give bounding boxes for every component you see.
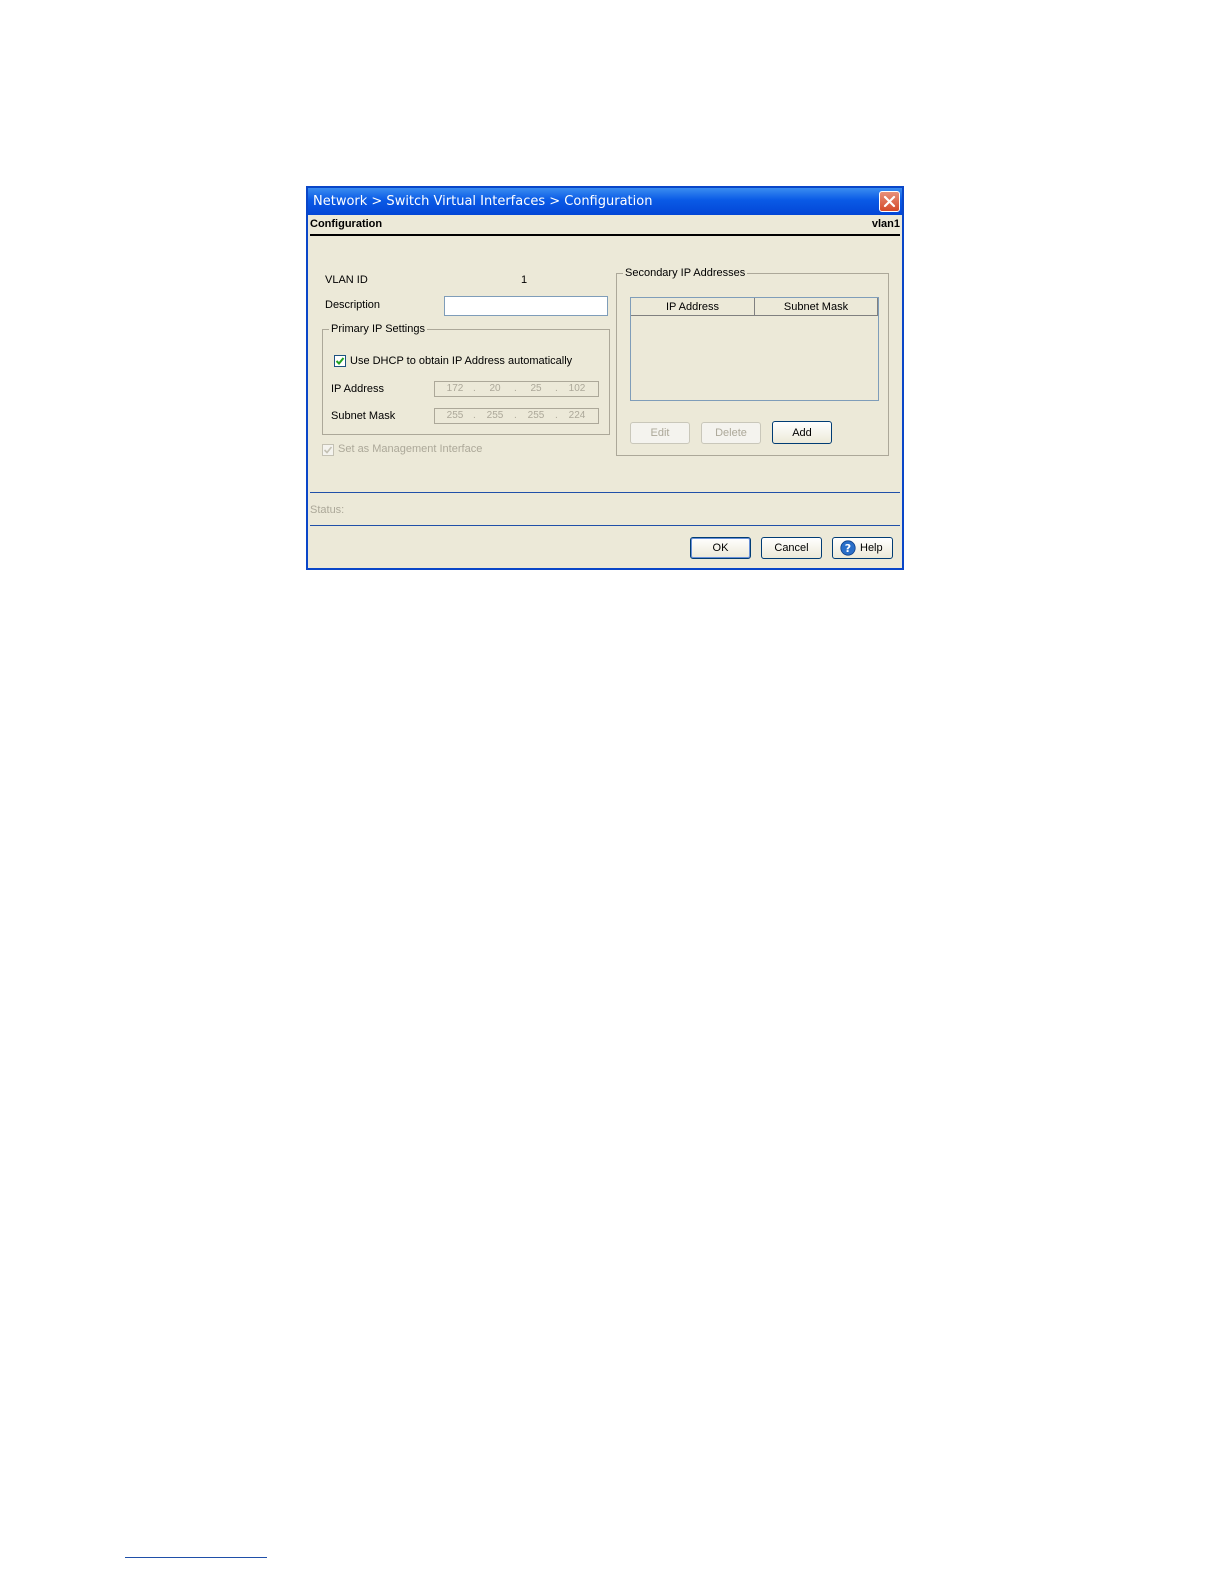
secondary-ip-table[interactable]: IP Address Subnet Mask <box>630 297 879 401</box>
edit-button[interactable]: Edit <box>630 422 690 444</box>
ip-octet-1: 172 <box>446 383 464 394</box>
close-icon <box>883 195 896 208</box>
ip-address-field[interactable]: 172 . 20 . 25 . 102 <box>434 381 599 397</box>
title-bar[interactable]: Network > Switch Virtual Interfaces > Co… <box>308 188 902 215</box>
description-label: Description <box>325 299 381 311</box>
description-input[interactable] <box>444 296 608 316</box>
subnet-mask-label: Subnet Mask <box>331 410 396 422</box>
ip-octet-2: 20 <box>489 383 501 394</box>
dhcp-checkbox[interactable] <box>334 355 346 367</box>
close-button[interactable] <box>879 191 900 212</box>
delete-button[interactable]: Delete <box>701 422 761 444</box>
management-interface-checkbox[interactable] <box>322 444 334 456</box>
add-button[interactable]: Add <box>772 421 832 444</box>
management-interface-label: Set as Management Interface <box>338 443 483 455</box>
column-header-subnet-mask[interactable]: Subnet Mask <box>755 298 878 316</box>
ok-button[interactable]: OK <box>690 537 751 559</box>
help-button[interactable]: ? Help <box>832 537 893 559</box>
interface-name: vlan1 <box>871 218 900 230</box>
window-title: Network > Switch Virtual Interfaces > Co… <box>313 194 653 209</box>
vlan-id-value: 1 <box>521 274 528 286</box>
subnet-mask-field[interactable]: 255 . 255 . 255 . 224 <box>434 408 599 424</box>
column-header-ip-address[interactable]: IP Address <box>631 298 755 316</box>
secondary-ip-legend: Secondary IP Addresses <box>625 267 746 279</box>
footnote-rule <box>125 1557 267 1558</box>
mask-octet-4: 224 <box>568 410 586 421</box>
status-label: Status: <box>310 504 345 516</box>
config-dialog: Network > Switch Virtual Interfaces > Co… <box>306 186 904 570</box>
help-label: Help <box>860 542 883 554</box>
status-bottom-divider <box>310 525 900 526</box>
mask-octet-3: 255 <box>527 410 545 421</box>
ip-octet-3: 25 <box>530 383 542 394</box>
section-header: Configuration vlan1 <box>310 215 900 236</box>
section-title: Configuration <box>310 218 383 230</box>
cancel-button[interactable]: Cancel <box>761 537 822 559</box>
ip-address-label: IP Address <box>331 383 384 395</box>
help-icon: ? <box>840 540 856 556</box>
primary-ip-settings-legend: Primary IP Settings <box>331 323 425 335</box>
vlan-id-label: VLAN ID <box>325 274 368 286</box>
dhcp-label: Use DHCP to obtain IP Address automatica… <box>350 355 573 367</box>
mask-octet-2: 255 <box>486 410 504 421</box>
checkmark-icon <box>335 357 345 365</box>
status-top-divider <box>310 492 900 493</box>
mask-octet-1: 255 <box>446 410 464 421</box>
ip-octet-4: 102 <box>568 383 586 394</box>
svg-text:?: ? <box>845 542 851 555</box>
checkmark-icon <box>323 446 333 454</box>
